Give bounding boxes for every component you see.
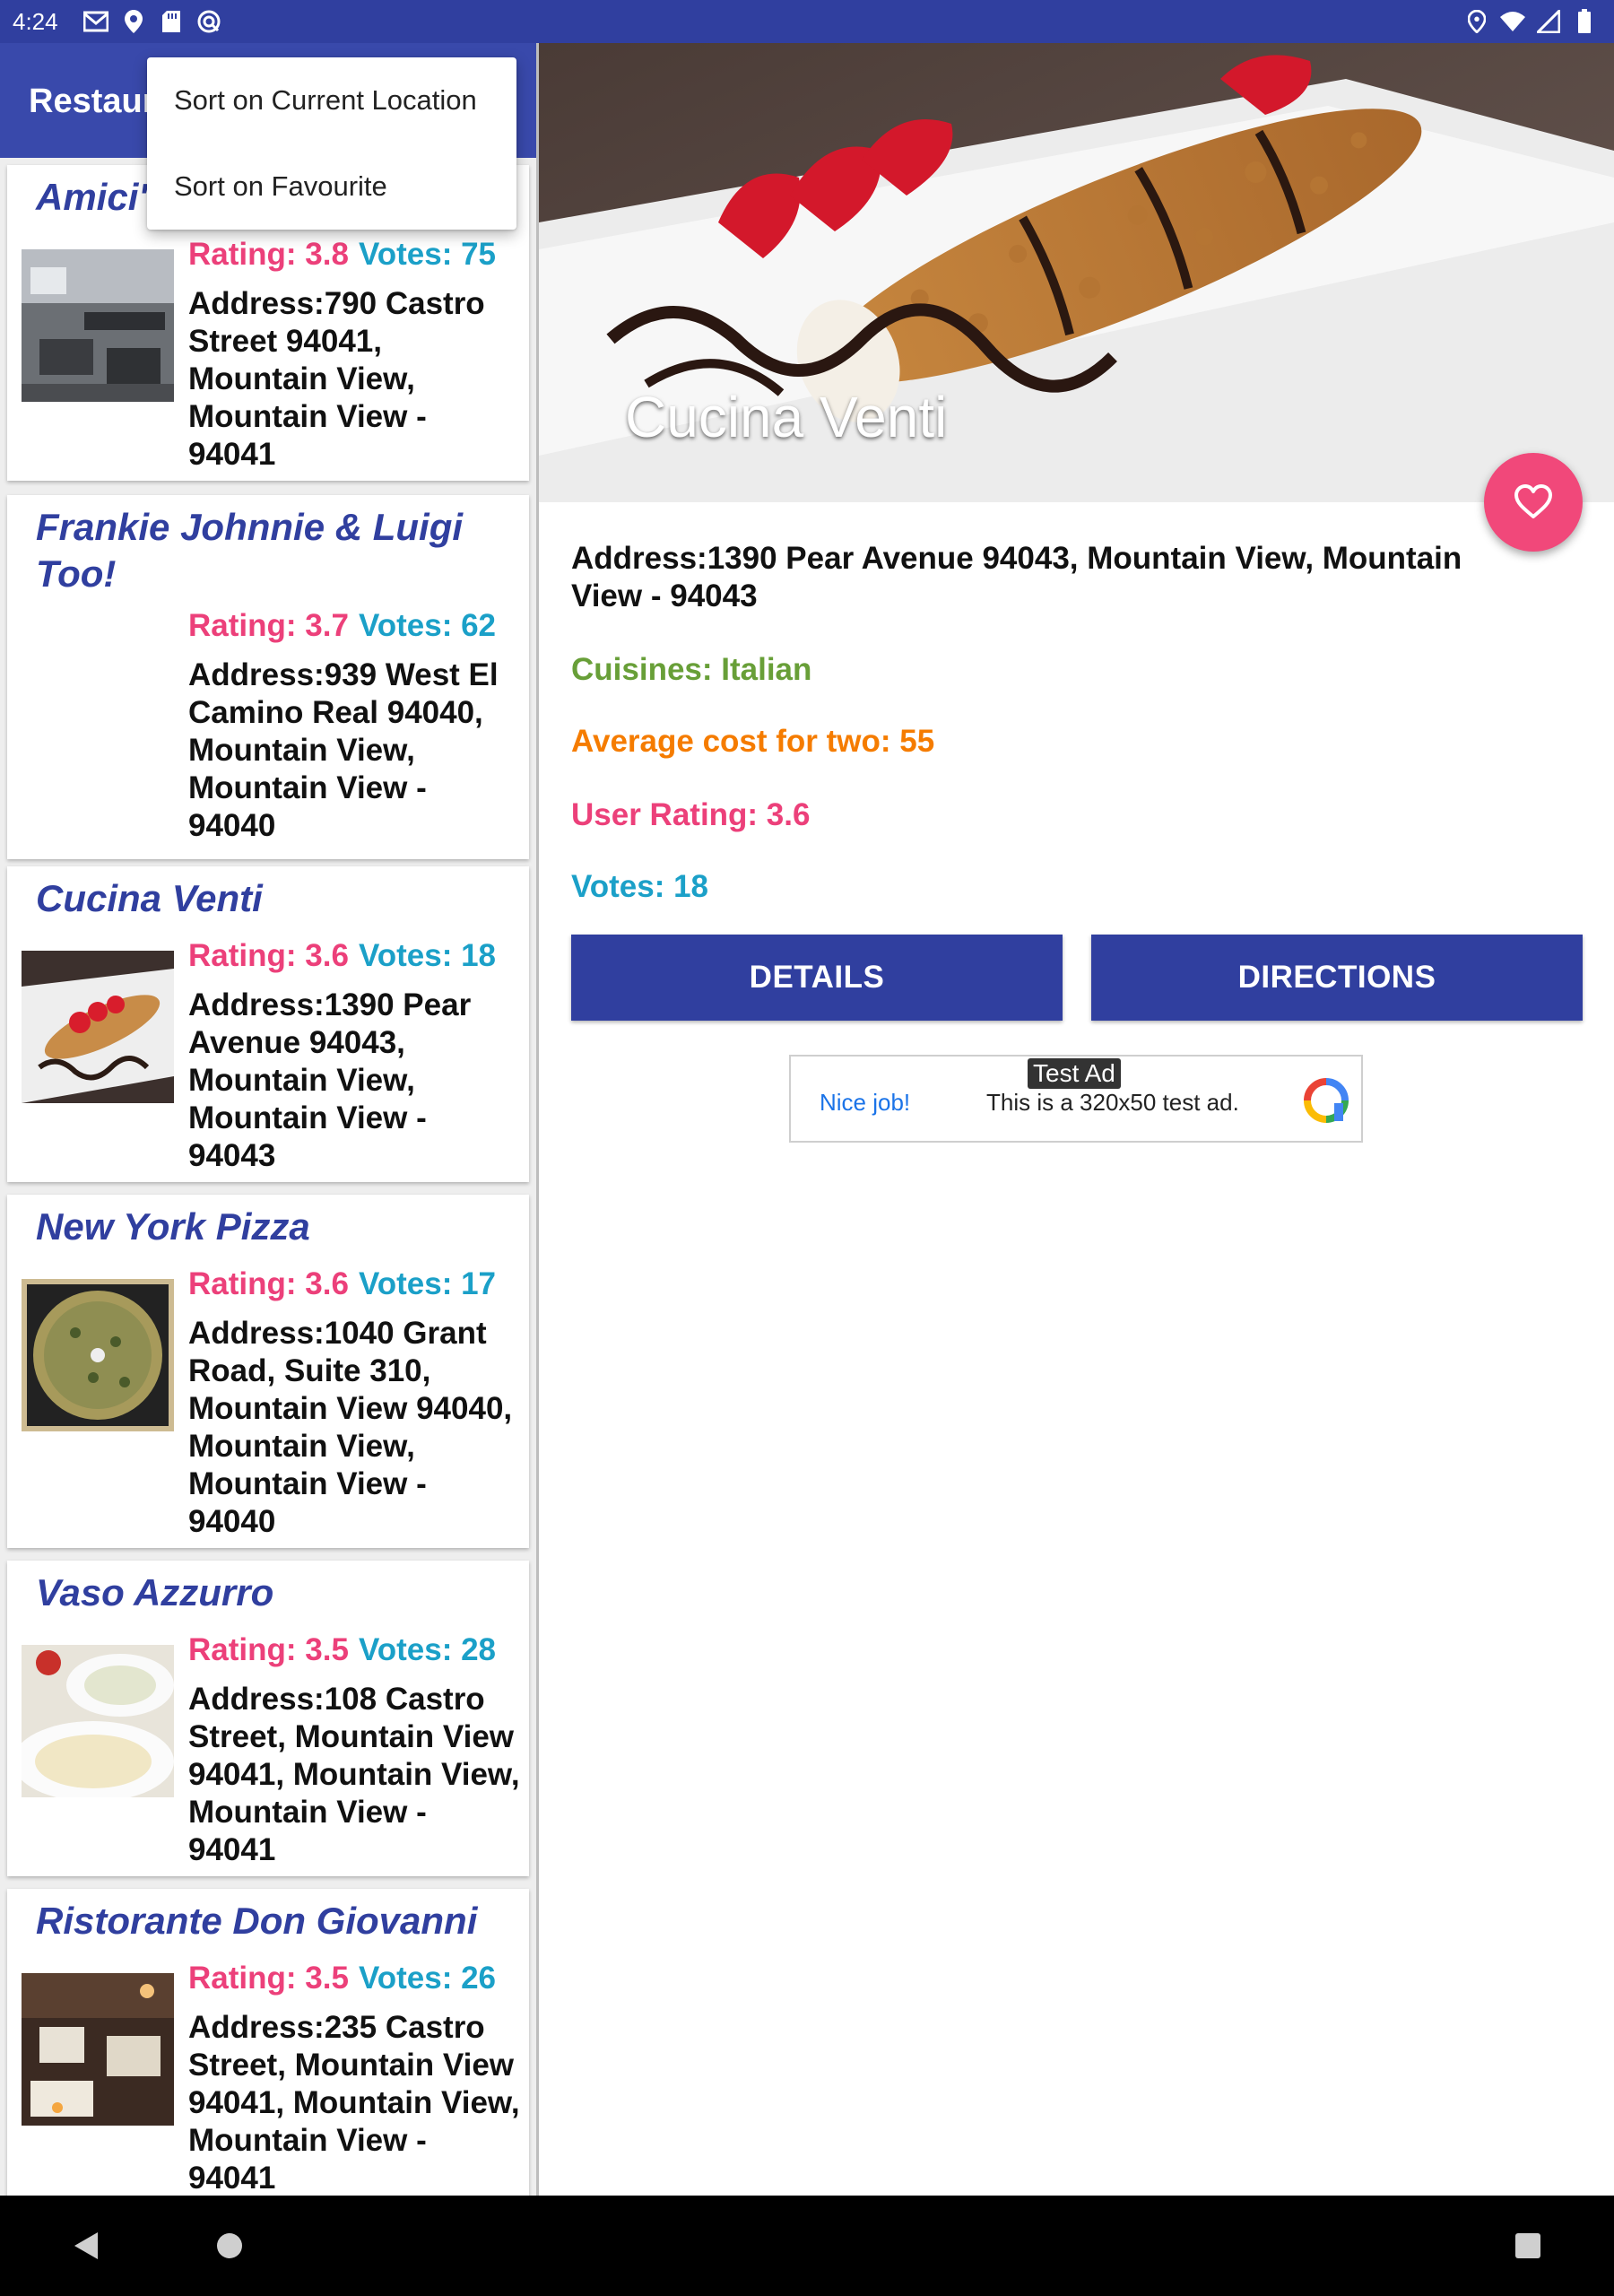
rating-text: Rating: 3.5 [188, 1961, 349, 1996]
restaurant-card[interactable]: Ristorante Don Giovanni Rating: 3.5 Vote… [7, 1889, 529, 2196]
wifi-icon [1499, 8, 1526, 35]
votes-text: Votes: 26 [359, 1961, 497, 1996]
test-ad-banner[interactable]: Test Ad Nice job! This is a 320x50 test … [789, 1055, 1363, 1143]
restaurant-thumbnail [13, 1645, 174, 1802]
rating-text: Rating: 3.8 [188, 237, 349, 272]
rating-text: Rating: 3.7 [188, 608, 349, 643]
sync-icon [195, 8, 222, 35]
favourite-button[interactable] [1484, 453, 1583, 552]
rating-text: Rating: 3.6 [188, 938, 349, 973]
menu-item-sort-favourite[interactable]: Sort on Favourite [147, 144, 516, 230]
votes-text: Votes: 18 [359, 938, 497, 973]
status-bar: 4:24 [0, 0, 1614, 43]
menu-item-sort-location[interactable]: Sort on Current Location [147, 57, 516, 144]
address-text: Address:108 Castro Street, Mountain View… [188, 1682, 520, 1867]
details-button[interactable]: DETAILS [571, 935, 1063, 1021]
battery-icon [1571, 8, 1598, 35]
detail-votes: Votes: 18 [571, 869, 709, 904]
restaurant-name: Vaso Azzurro [36, 1571, 274, 1613]
address-text: Address:235 Castro Street, Mountain View… [188, 2010, 520, 2196]
votes-text: Votes: 28 [359, 1632, 497, 1667]
restaurant-card[interactable]: Vaso Azzurro Rating: 3.5 Votes: 28 Addre… [7, 1561, 529, 1876]
restaurant-thumbnail [22, 1973, 174, 2126]
restaurant-list[interactable]: Amici's Rating: 3.8 Votes: 75 Address:79… [0, 158, 538, 2196]
sd-card-icon [158, 8, 185, 35]
votes-text: Votes: 62 [359, 608, 497, 643]
ad-description: This is a 320x50 test ad. [986, 1089, 1239, 1116]
heart-outline-icon [1514, 484, 1552, 518]
address-text: Address:1390 Pear Avenue 94043, Mountain… [188, 987, 472, 1173]
votes-text: Votes: 75 [359, 237, 497, 272]
rating-text: Rating: 3.6 [188, 1266, 349, 1301]
signal-icon [1535, 8, 1562, 35]
restaurant-name: Ristorante Don Giovanni [36, 1900, 478, 1942]
detail-user-rating: User Rating: 3.6 [571, 797, 811, 832]
votes-text: Votes: 17 [359, 1266, 497, 1301]
restaurant-thumbnail [22, 1279, 174, 1431]
address-text: Address:939 West El Camino Real 94040, M… [188, 657, 499, 843]
restaurant-name: New York Pizza [36, 1205, 310, 1248]
restaurant-name: Cucina Venti [36, 877, 263, 919]
directions-button[interactable]: DIRECTIONS [1091, 935, 1583, 1021]
restaurant-card[interactable]: Frankie Johnnie & Luigi Too! Rating: 3.7… [7, 495, 529, 859]
ad-nice-job: Nice job! [820, 1089, 911, 1116]
restaurant-thumbnail [22, 951, 174, 1103]
hero-restaurant-name: Cucina Venti [625, 385, 948, 449]
location-icon [120, 8, 147, 35]
detail-address: Address:1390 Pear Avenue 94043, Mountain… [571, 541, 1462, 613]
sort-popup-menu: Sort on Current Location Sort on Favouri… [147, 57, 516, 230]
location-icon [1463, 8, 1490, 35]
detail-average-cost: Average cost for two: 55 [571, 724, 935, 759]
restaurant-card[interactable]: Cucina Venti Rating: 3.6 Votes: 18 Addre… [7, 866, 529, 1182]
navigation-bar [0, 2196, 1614, 2296]
home-icon[interactable] [208, 2224, 251, 2267]
detail-cuisines: Cuisines: Italian [571, 652, 812, 687]
rating-text: Rating: 3.5 [188, 1632, 349, 1667]
back-icon[interactable] [65, 2224, 108, 2267]
restaurant-hero-image: Cucina Venti [539, 43, 1614, 502]
test-ad-badge: Test Ad [1028, 1058, 1121, 1089]
status-time: 4:24 [13, 8, 58, 35]
restaurant-card[interactable]: New York Pizza Rating: 3.6 Votes: 17 Add… [7, 1195, 529, 1548]
address-text: Address:1040 Grant Road, Suite 310, Moun… [188, 1316, 513, 1539]
recents-icon[interactable] [1506, 2224, 1549, 2267]
ad-logo-icon [1302, 1076, 1350, 1125]
gmail-icon [82, 8, 109, 35]
restaurant-name: Frankie Johnnie & Luigi Too! [36, 506, 464, 595]
address-text: Address:790 Castro Street 94041, Mountai… [188, 286, 485, 472]
restaurant-thumbnail [22, 249, 174, 402]
